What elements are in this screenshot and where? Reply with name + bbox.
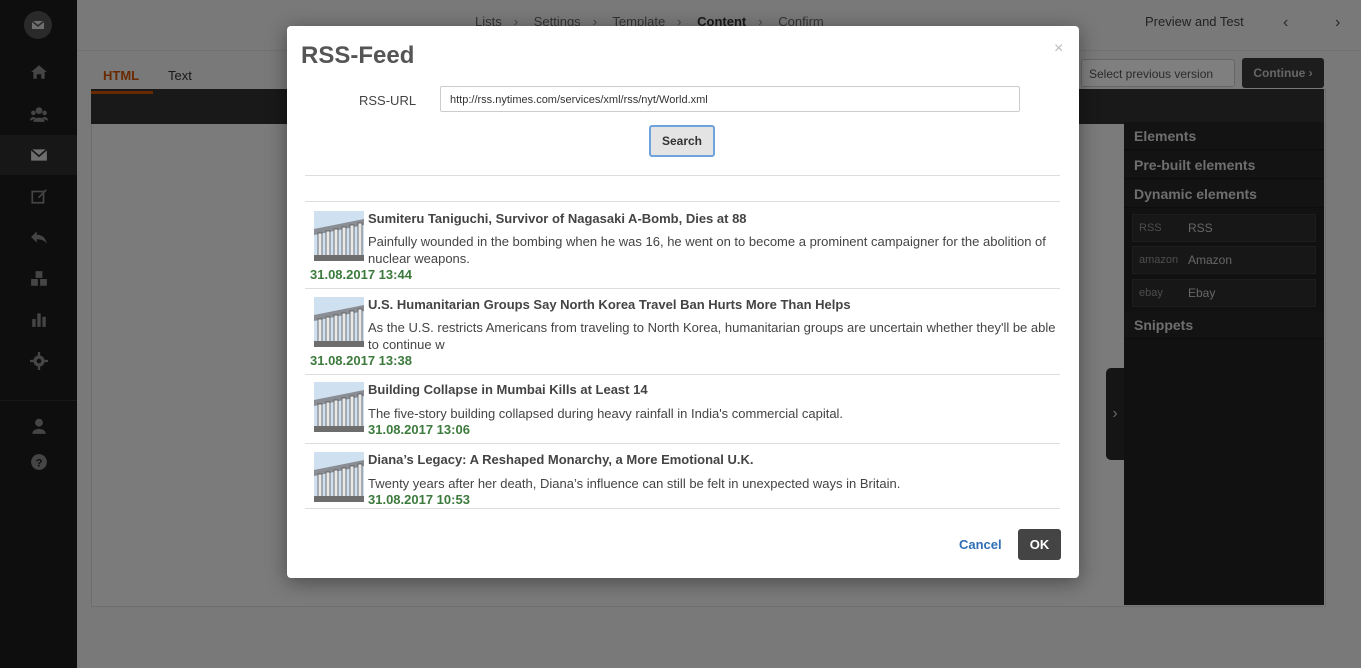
rss-url-label: RSS-URL [359,93,417,108]
feed-item-description: Painfully wounded in the bombing when he… [368,234,1046,266]
feed-item-thumbnail [314,211,364,262]
feed-item-description: As the U.S. restricts Americans from tra… [368,320,1056,352]
ok-button[interactable]: OK [1018,529,1061,560]
feed-item-date: 31.08.2017 13:38 [310,353,412,368]
feed-item[interactable]: Diana’s Legacy: A Reshaped Monarchy, a M… [305,444,1060,509]
feed-item-title: Sumiteru Taniguchi, Survivor of Nagasaki… [368,211,747,226]
feed-item[interactable]: Sumiteru Taniguchi, Survivor of Nagasaki… [305,202,1060,289]
close-icon[interactable]: × [1054,40,1063,58]
feed-item-title: U.S. Humanitarian Groups Say North Korea… [368,297,851,312]
cancel-button[interactable]: Cancel [959,537,1002,552]
rss-url-input[interactable]: http://rss.nytimes.com/services/xml/rss/… [440,86,1020,112]
feed-item-date: 31.08.2017 10:53 [368,492,470,507]
divider [305,175,1060,176]
feed-item-date: 31.08.2017 13:06 [368,422,470,437]
search-button[interactable]: Search [649,125,715,157]
feed-item[interactable]: Building Collapse in Mumbai Kills at Lea… [305,375,1060,444]
feed-item-title: Building Collapse in Mumbai Kills at Lea… [368,382,648,397]
feed-item-thumbnail [314,382,364,433]
feed-item-description: Twenty years after her death, Diana’s in… [368,476,901,491]
feed-item-thumbnail [314,297,364,348]
feed-item[interactable]: U.S. Humanitarian Groups Say North Korea… [305,289,1060,375]
rss-feed-dialog: RSS-Feed × RSS-URL http://rss.nytimes.co… [287,26,1079,578]
feed-item-date: 31.08.2017 13:44 [310,267,412,282]
feed-item-thumbnail [314,452,364,503]
feed-item-description: The five-story building collapsed during… [368,406,844,421]
feed-item-title: Diana’s Legacy: A Reshaped Monarchy, a M… [368,452,754,467]
dialog-title: RSS-Feed [301,42,415,69]
